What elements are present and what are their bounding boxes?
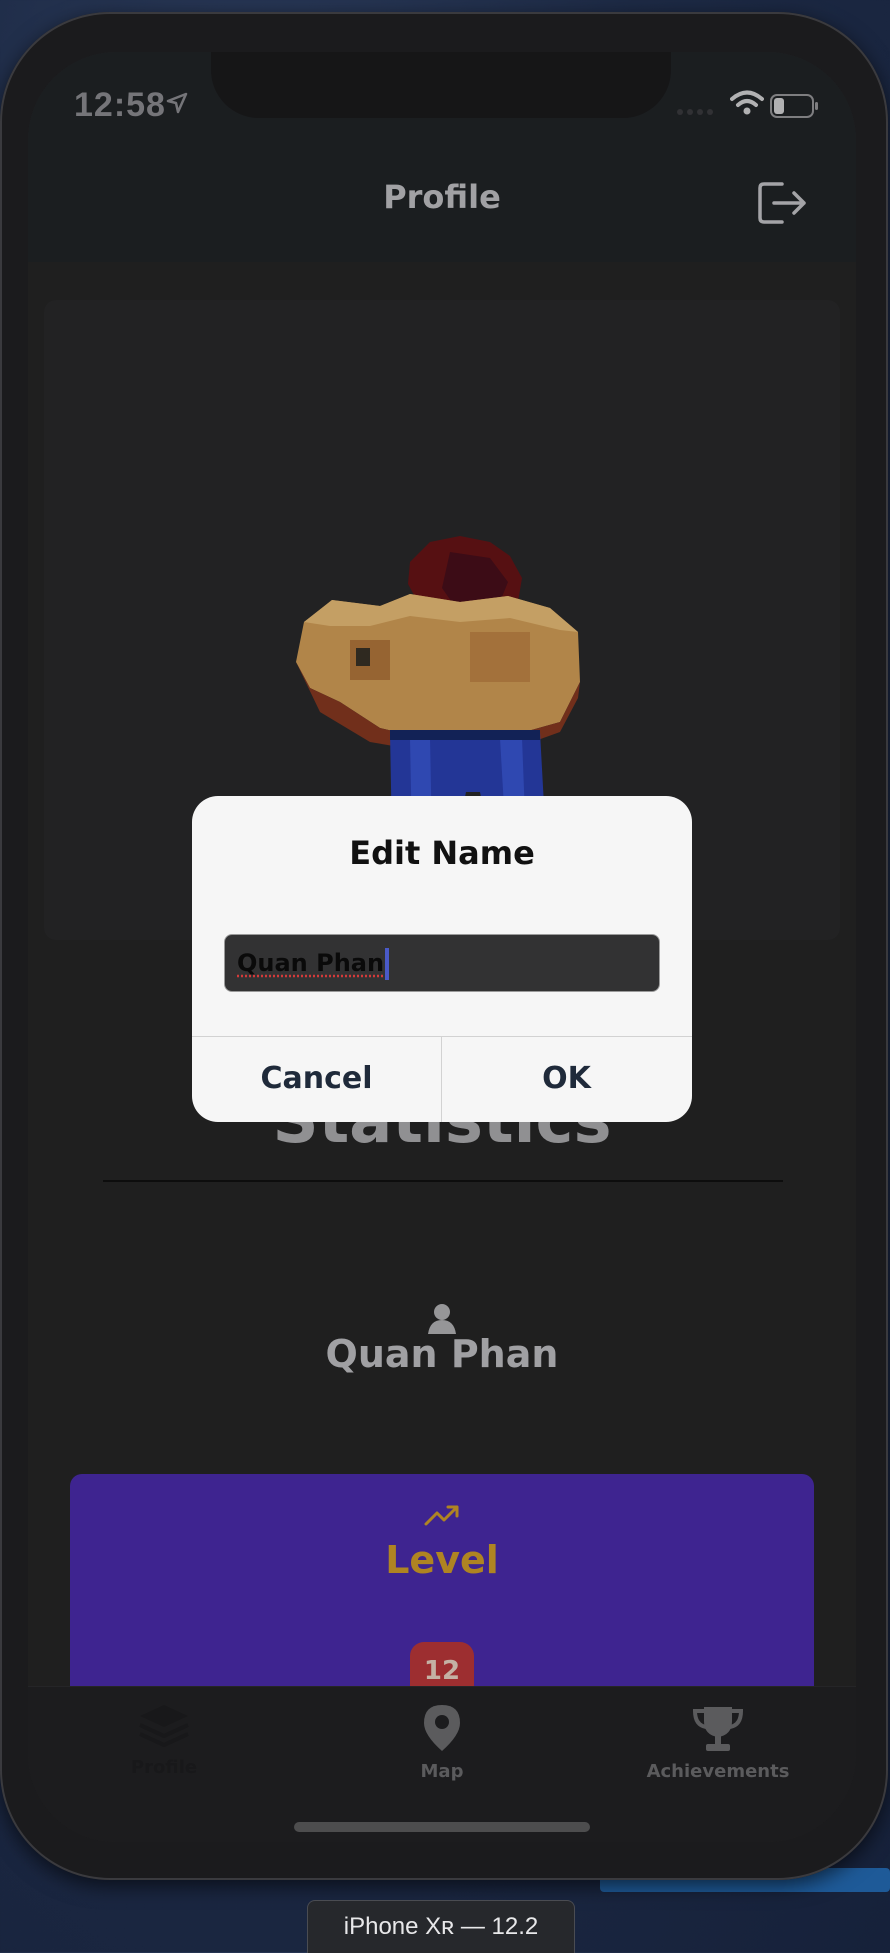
name-input[interactable]: Quan Phan [224, 934, 660, 992]
text-caret [385, 948, 390, 980]
dialog-title: Edit Name [349, 834, 535, 872]
cancel-button[interactable]: Cancel [192, 1036, 441, 1122]
simulator-device-caption: iPhone Xʀ — 12.2 [307, 1900, 575, 1953]
edit-name-dialog: Edit Name Quan Phan Cancel OK [192, 796, 692, 1122]
ok-button[interactable]: OK [442, 1036, 691, 1122]
device-frame: 12:58 Profile Quan Phan Level 12 Profile… [0, 12, 888, 1880]
name-input-value: Quan Phan [237, 949, 385, 977]
app-screen: 12:58 Profile Quan Phan Level 12 Profile… [28, 52, 856, 1842]
